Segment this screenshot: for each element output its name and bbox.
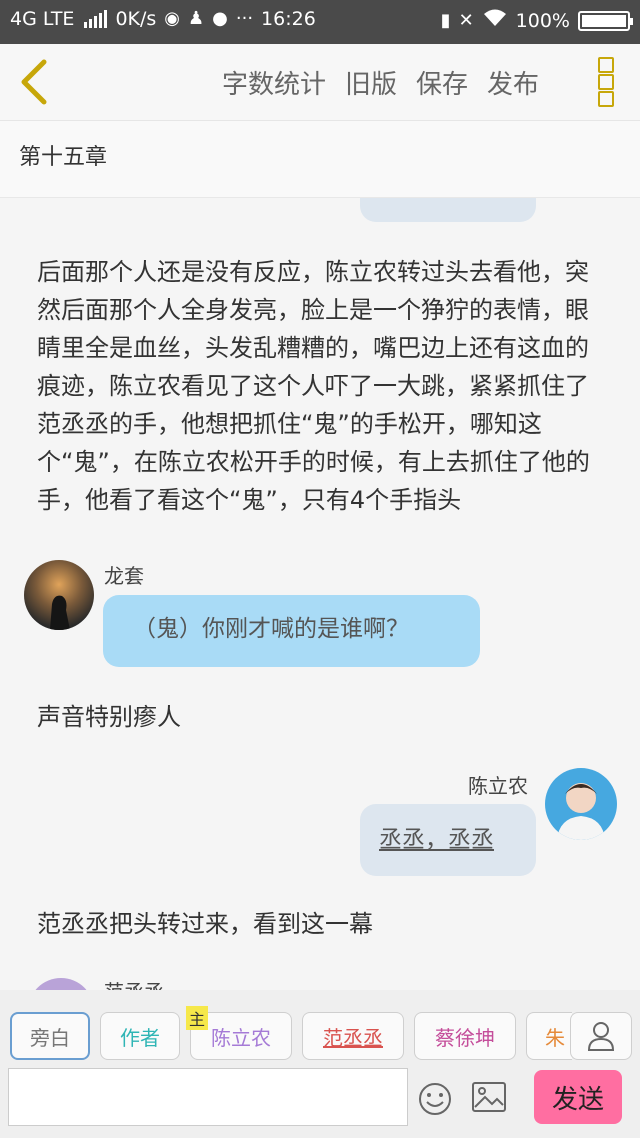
avatar[interactable] [28, 978, 94, 990]
role-author-button[interactable]: 作者 [100, 1012, 180, 1060]
narration-paragraph: 范丞丞把头转过来，看到这一幕 [37, 910, 373, 938]
publish-button[interactable]: 发布 [487, 64, 539, 101]
send-button[interactable]: 发送 [534, 1070, 622, 1124]
main-role-badge: 主 [186, 1006, 208, 1030]
message-input[interactable] [8, 1068, 408, 1126]
weibo-icon: ◉ [164, 8, 181, 29]
role-label: 朱 [545, 1025, 565, 1050]
battery-label: 100% [515, 9, 570, 32]
message-sender-name: 范丞丞 [104, 976, 164, 990]
battery-charge-icon: ▮ [440, 9, 451, 31]
signal-icon [84, 10, 108, 28]
qq-icon: ♟ [188, 8, 205, 29]
chapter-title: 第十五章 [19, 145, 108, 170]
story-content[interactable]: 后面那个人还是没有反应，陈立农转过头去看他，突然后面那个人全身发亮，脸上是一个狰… [0, 198, 640, 990]
back-button[interactable] [14, 54, 54, 110]
add-role-button[interactable] [570, 1012, 632, 1060]
old-version-button[interactable]: 旧版 [345, 64, 397, 101]
role-narrator-button[interactable]: 旁白 [10, 1012, 90, 1060]
network-label: 4G LTE [10, 8, 75, 30]
message-text: （鬼）你刚才喊的是谁啊？ [133, 616, 409, 642]
status-right: ▮ ✕ 100% [440, 8, 633, 33]
word-count-button[interactable]: 字数统计 [222, 64, 326, 101]
user-icon [587, 1022, 615, 1051]
emoji-icon[interactable] [418, 1082, 452, 1116]
role-label: 作者 [120, 1025, 160, 1050]
status-left: 4G LTE 0K/s ◉ ♟ ● ··· 16:26 [10, 8, 316, 30]
more-dots-icon: ··· [235, 8, 254, 29]
narration-paragraph: 声音特别瘆人 [37, 703, 181, 731]
narration-paragraph: 后面那个人还是没有反应，陈立农转过头去看他，突然后面那个人全身发亮，脸上是一个狰… [37, 258, 590, 514]
chat-icon: ● [212, 8, 228, 29]
role-cai-button[interactable]: 蔡徐坤 [414, 1012, 516, 1060]
battery-icon [578, 10, 633, 31]
wifi-icon [482, 8, 508, 33]
avatar[interactable] [545, 768, 617, 840]
status-bar: 4G LTE 0K/s ◉ ♟ ● ··· 16:26 ▮ ✕ 100% [0, 0, 640, 44]
avatar[interactable] [24, 560, 94, 630]
role-label: 范丞丞 [323, 1025, 383, 1050]
mute-icon: ✕ [458, 9, 474, 31]
chapter-header: 第十五章 [0, 121, 640, 198]
role-fan-button[interactable]: 范丞丞 [302, 1012, 404, 1060]
more-menu-icon[interactable] [598, 57, 614, 107]
message-sender-name: 陈立农 [468, 774, 528, 798]
image-icon[interactable] [472, 1082, 506, 1112]
role-zhu-button[interactable]: 朱 [526, 1012, 572, 1060]
chat-bubble-partial [360, 198, 536, 222]
chevron-left-icon [21, 59, 47, 105]
editor-toolbar: 字数统计 旧版 保存 发布 [0, 44, 640, 121]
chat-bubble-left: （鬼）你刚才喊的是谁啊？ [103, 595, 480, 667]
speed-label: 0K/s [115, 8, 157, 30]
message-text: 丞丞，丞丞 [379, 827, 494, 853]
toolbar-actions: 字数统计 旧版 保存 发布 [222, 64, 539, 101]
role-label: 蔡徐坤 [435, 1025, 495, 1050]
role-selector-bar: 旁白 作者 陈立农 主 范丞丞 蔡徐坤 朱 [0, 990, 640, 1068]
role-label: 旁白 [30, 1025, 70, 1050]
chat-bubble-right: 丞丞，丞丞 [360, 804, 536, 876]
message-input-bar: 发送 [0, 1068, 640, 1138]
clock: 16:26 [261, 8, 316, 30]
role-label: 陈立农 [211, 1025, 271, 1050]
message-sender-name: 龙套 [104, 564, 144, 588]
save-button[interactable]: 保存 [416, 64, 468, 101]
